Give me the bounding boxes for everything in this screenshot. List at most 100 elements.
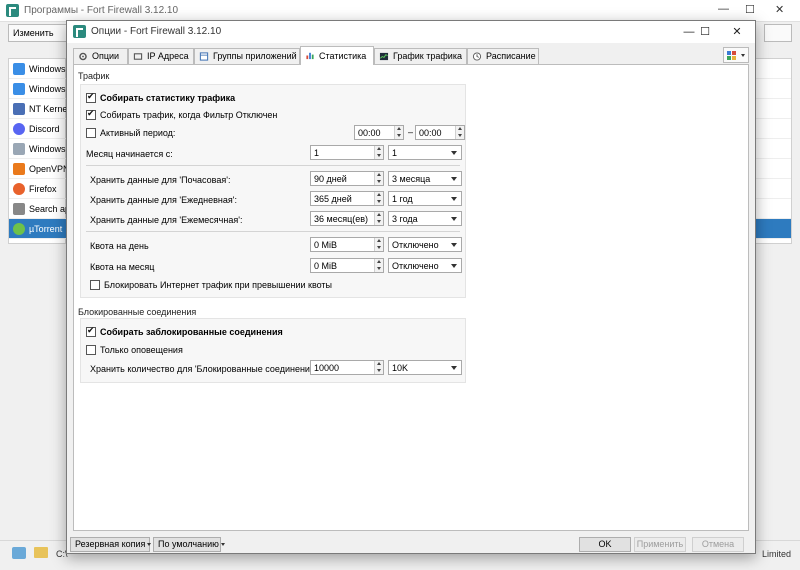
collect-blocked-checkbox[interactable]: [86, 325, 96, 337]
quota-month-stepper[interactable]: 0 MiB: [310, 258, 384, 273]
fort-logo-icon: [6, 4, 19, 17]
list-item[interactable]: Search ap: [9, 199, 67, 219]
block-over-quota-label: Блокировать Интернет трафик при превышен…: [104, 280, 333, 290]
panel-menu-button[interactable]: [723, 47, 749, 63]
list-item[interactable]: NT Kernel: [9, 99, 67, 119]
openvpn-icon: [13, 163, 25, 175]
chevron-down-icon: [451, 366, 457, 370]
stepper-arrows-icon[interactable]: [374, 238, 383, 251]
stepper-arrows-icon[interactable]: [374, 259, 383, 272]
line-chart-icon: [379, 52, 389, 61]
period-to-stepper[interactable]: 00:00: [415, 125, 465, 140]
programs-list[interactable]: Windows I Windows I NT Kernel Discord Wi…: [8, 58, 67, 244]
stepper-arrows-icon[interactable]: [374, 192, 383, 205]
tab-app-groups[interactable]: Группы приложений: [194, 48, 300, 64]
firefox-icon: [13, 183, 25, 195]
tab-ip-addresses[interactable]: IP Адреса: [128, 48, 194, 64]
list-item[interactable]: Firefox: [9, 179, 67, 199]
monthly-keep-select[interactable]: 3 года: [388, 211, 462, 226]
period-from-stepper[interactable]: 00:00: [354, 125, 404, 140]
chevron-down-icon: [451, 197, 457, 201]
bar-chart-icon: [306, 52, 314, 60]
dialog-title: Опции - Fort Firewall 3.12.10: [91, 26, 222, 37]
tab-traffic-graph[interactable]: График трафика: [374, 48, 467, 64]
tab-schedule[interactable]: Расписание: [467, 48, 539, 64]
daily-keep-stepper[interactable]: 365 дней: [310, 191, 384, 206]
close-icon[interactable]: ✕: [775, 3, 784, 16]
keep-blocked-count-label: Хранить количество для 'Блокированные со…: [90, 364, 320, 374]
main-titlebar: Программы - Fort Firewall 3.12.10 — ☐ ✕: [0, 0, 800, 22]
active-period-label: Активный период:: [100, 128, 176, 138]
hourly-keep-label: Хранить данные для 'Почасовая':: [90, 175, 231, 185]
stepper-arrows-icon[interactable]: [374, 212, 383, 225]
block-over-quota-checkbox[interactable]: [90, 280, 100, 290]
app-icon: [13, 83, 25, 95]
backup-button[interactable]: Резервная копия: [70, 537, 152, 552]
hourly-keep-select[interactable]: 3 месяца: [388, 171, 462, 186]
maximize-icon[interactable]: ☐: [745, 3, 755, 16]
only-notifications-checkbox[interactable]: [86, 345, 96, 355]
chevron-down-icon: [451, 264, 457, 268]
minimize-icon[interactable]: —: [718, 3, 729, 15]
edit-menu-button[interactable]: Изменить: [8, 24, 68, 42]
keep-blocked-count-stepper[interactable]: 10000: [310, 360, 384, 375]
monthly-keep-label: Хранить данные для 'Ежемесячная':: [90, 215, 243, 225]
stepper-arrows-icon[interactable]: [374, 361, 383, 374]
collect-stats-checkbox[interactable]: [86, 91, 96, 103]
edit-menu-label: Изменить: [13, 28, 54, 38]
defaults-button[interactable]: По умолчанию: [153, 537, 225, 552]
chevron-down-icon: [451, 217, 457, 221]
apply-button[interactable]: Применить: [634, 537, 686, 552]
list-item[interactable]: OpenVPN: [9, 159, 67, 179]
clock-icon: [472, 52, 482, 61]
hourly-keep-stepper[interactable]: 90 дней: [310, 171, 384, 186]
list-item[interactable]: Windows I: [9, 139, 67, 159]
utorrent-icon: [13, 223, 25, 235]
traffic-group-title: Трафик: [78, 71, 110, 81]
collect-blocked-label: Собирать заблокированные соединения: [100, 327, 283, 337]
main-window-title: Программы - Fort Firewall 3.12.10: [24, 5, 179, 16]
month-start-stepper[interactable]: 1: [310, 145, 384, 160]
maximize-icon[interactable]: ☐: [687, 22, 723, 42]
stepper-arrows-icon[interactable]: [374, 172, 383, 185]
divider: [86, 165, 460, 166]
dialog-titlebar: Опции - Fort Firewall 3.12.10 — ☐ ✕: [67, 21, 755, 43]
daily-keep-label: Хранить данные для 'Ежедневная':: [90, 195, 237, 205]
only-notifications-label: Только оповещения: [100, 345, 183, 355]
folder-icon: [34, 547, 48, 558]
monthly-keep-stepper[interactable]: 36 месяц(ев): [310, 211, 384, 226]
quota-day-select[interactable]: Отключено: [388, 237, 462, 252]
discord-icon: [13, 123, 25, 135]
daily-keep-select[interactable]: 1 год: [388, 191, 462, 206]
gear-icon: [79, 52, 87, 61]
list-item[interactable]: Windows I: [9, 59, 67, 79]
quota-day-stepper[interactable]: 0 MiB: [310, 237, 384, 252]
divider: [86, 231, 460, 232]
view-menu-button[interactable]: [764, 24, 792, 42]
close-icon[interactable]: ✕: [719, 22, 755, 42]
stepper-arrows-icon[interactable]: [455, 126, 464, 139]
cancel-button[interactable]: Отмена: [692, 537, 744, 552]
app-icon: [13, 143, 25, 155]
list-item[interactable]: Discord: [9, 119, 67, 139]
list-item[interactable]: Windows I: [9, 79, 67, 99]
connections-icon: [12, 547, 26, 559]
tab-options[interactable]: Опции: [73, 48, 128, 64]
stepper-arrows-icon[interactable]: [374, 146, 383, 159]
quota-month-select[interactable]: Отключено: [388, 258, 462, 273]
collect-when-filter-off-checkbox[interactable]: [86, 108, 96, 120]
active-period-checkbox[interactable]: [86, 128, 96, 138]
app-icon: [13, 203, 25, 215]
tab-statistics[interactable]: Статистика: [300, 46, 374, 65]
period-dash: –: [408, 127, 414, 137]
blocked-group-title: Блокированные соединения: [78, 307, 197, 317]
app-icon: [13, 63, 25, 75]
status-company: Limited: [762, 549, 792, 559]
stepper-arrows-icon[interactable]: [394, 126, 403, 139]
month-start-select[interactable]: 1: [388, 145, 462, 160]
keep-blocked-count-select[interactable]: 10K: [388, 360, 462, 375]
app-icon: [13, 103, 25, 115]
list-item[interactable]: µTorrent: [9, 219, 67, 239]
ok-button[interactable]: OK: [579, 537, 631, 552]
chevron-down-icon: [147, 543, 152, 547]
